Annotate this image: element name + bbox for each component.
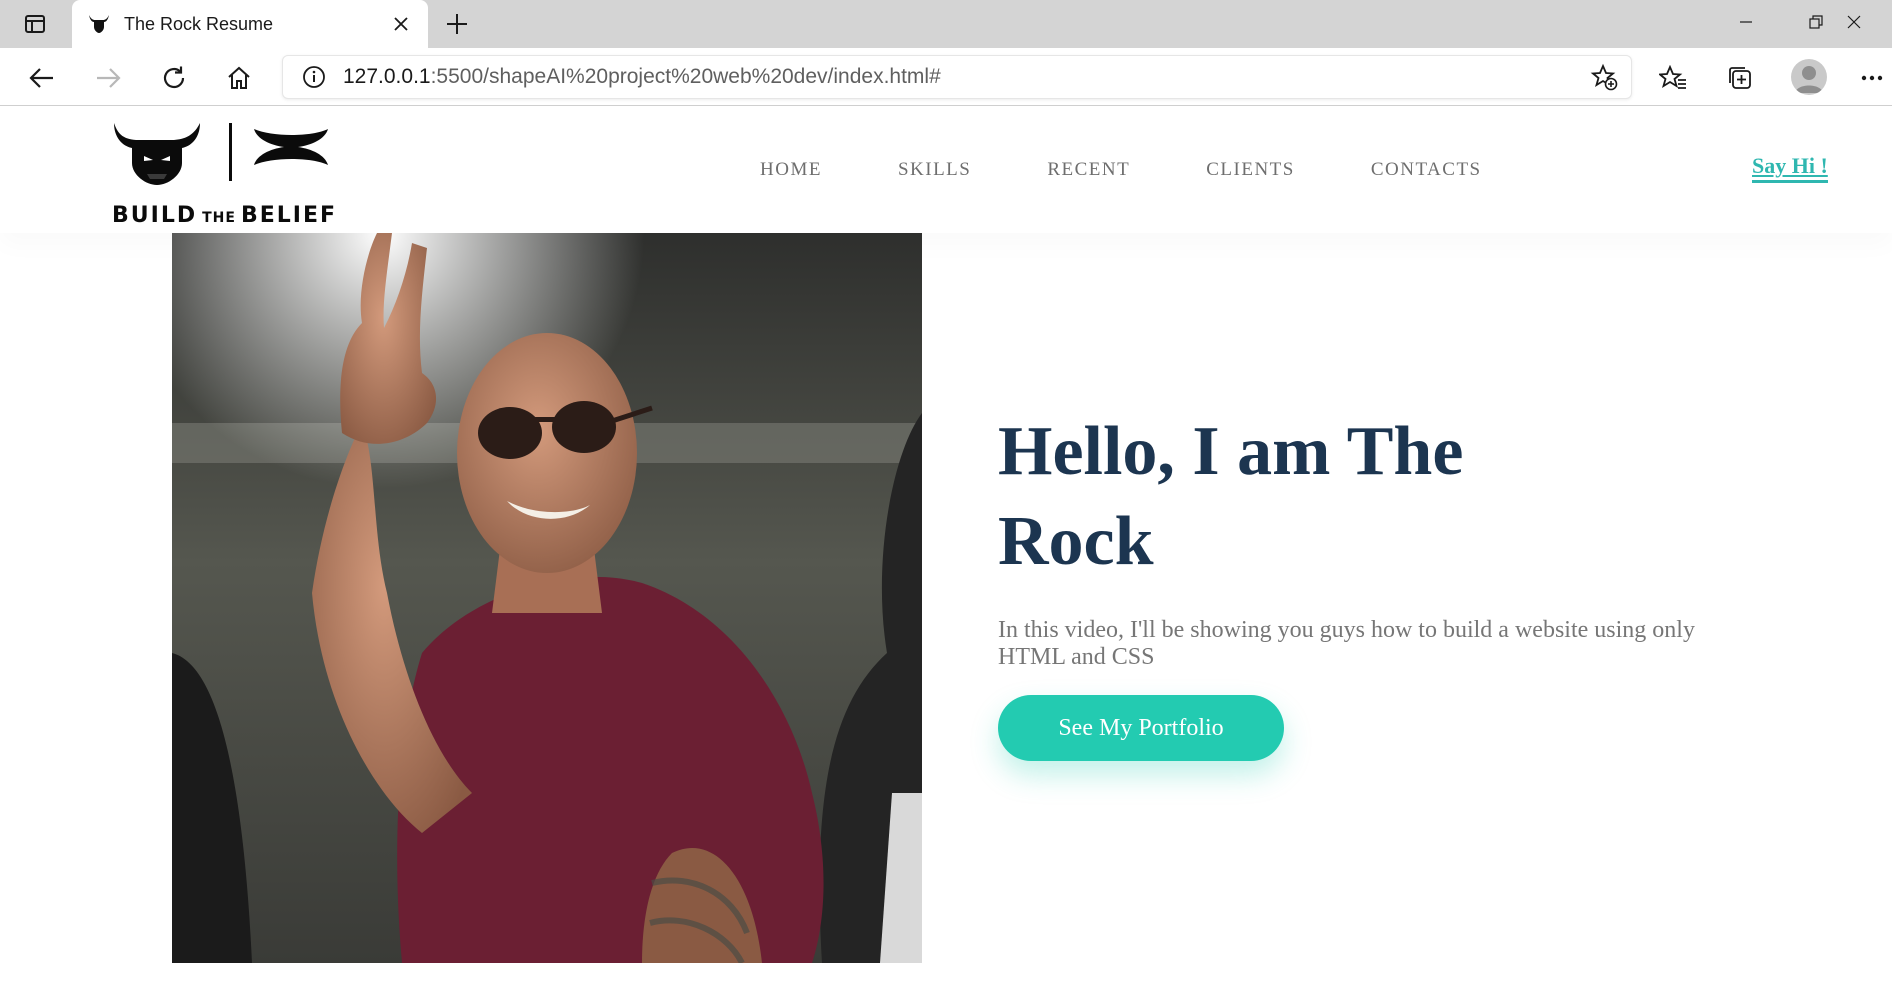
main-nav: HOME SKILLS RECENT CLIENTS CONTACTS [760,159,1558,181]
logo-wordmark: BUILD THE BELIEF [112,203,372,228]
browser-tabstrip: The Rock Resume [0,0,1892,48]
hero-photo-illustration [172,233,922,963]
collections-icon [1729,67,1751,89]
hero-description: In this video, I'll be showing you guys … [998,617,1695,670]
reload-button[interactable] [152,56,196,100]
close-tab-icon[interactable] [388,11,414,37]
web-page: BUILD THE BELIEF HOME SKILLS RECENT CLIENT… [0,107,1892,987]
url-host: 127.0.0.1 [343,65,431,88]
profile-icon [1795,66,1823,93]
forward-arrow-icon [97,68,121,88]
hero-content: Hello, I am The Rock In this video, I'll… [998,407,1738,761]
nav-link-home[interactable]: HOME [760,159,822,181]
back-arrow-icon [29,68,53,88]
profile-avatar[interactable] [1791,59,1827,95]
bull-favicon-icon [89,15,109,33]
collections-button[interactable] [1718,56,1762,100]
tab-actions-button[interactable] [14,8,56,40]
reload-icon [163,66,185,89]
home-icon [228,66,250,89]
bull-logo-icon [114,123,328,185]
more-dots-icon [1861,75,1883,81]
minimize-icon [1740,21,1752,23]
add-favorite-icon[interactable] [1581,55,1627,99]
new-tab-button[interactable] [438,8,476,40]
hero-photo [172,233,922,963]
browser-tab-active[interactable]: The Rock Resume [72,0,428,48]
close-window-button[interactable] [1816,0,1892,44]
address-bar[interactable]: 127.0.0.1:5500/shapeAI%20project%20web%2… [282,55,1632,99]
site-logo[interactable]: BUILD THE BELIEF [112,119,372,231]
see-portfolio-button[interactable]: See My Portfolio [998,695,1284,761]
tab-actions-icon [25,15,45,33]
settings-more-button[interactable] [1852,56,1892,100]
url-path: :5500/shapeAI%20project%20web%20dev/inde… [430,65,941,88]
close-window-icon [1847,15,1861,29]
plus-icon [447,14,467,34]
favorites-list-icon [1659,65,1686,89]
nav-link-contacts[interactable]: CONTACTS [1371,159,1482,181]
logo-word-belief: BELIEF [240,203,338,228]
back-button[interactable] [20,56,64,100]
site-info-icon[interactable] [291,55,337,99]
site-navbar: BUILD THE BELIEF HOME SKILLS RECENT CLIENT… [0,107,1892,233]
browser-toolbar: 127.0.0.1:5500/shapeAI%20project%20web%2… [0,48,1892,106]
minimize-button[interactable] [1708,0,1784,44]
logo-word-the: THE [202,210,236,226]
nav-link-clients[interactable]: CLIENTS [1206,159,1295,181]
nav-link-skills[interactable]: SKILLS [898,159,971,181]
logo-word-build: BUILD [112,203,198,228]
nav-link-recent[interactable]: RECENT [1047,159,1130,181]
url-text[interactable]: 127.0.0.1:5500/shapeAI%20project%20web%2… [343,65,1581,89]
forward-button[interactable] [86,56,130,100]
favorites-button[interactable] [1651,56,1695,100]
tab-title: The Rock Resume [124,13,274,34]
home-button[interactable] [217,56,261,100]
say-hi-link[interactable]: Say Hi ! [1752,153,1828,183]
hero-title: Hello, I am The Rock [998,413,1464,580]
